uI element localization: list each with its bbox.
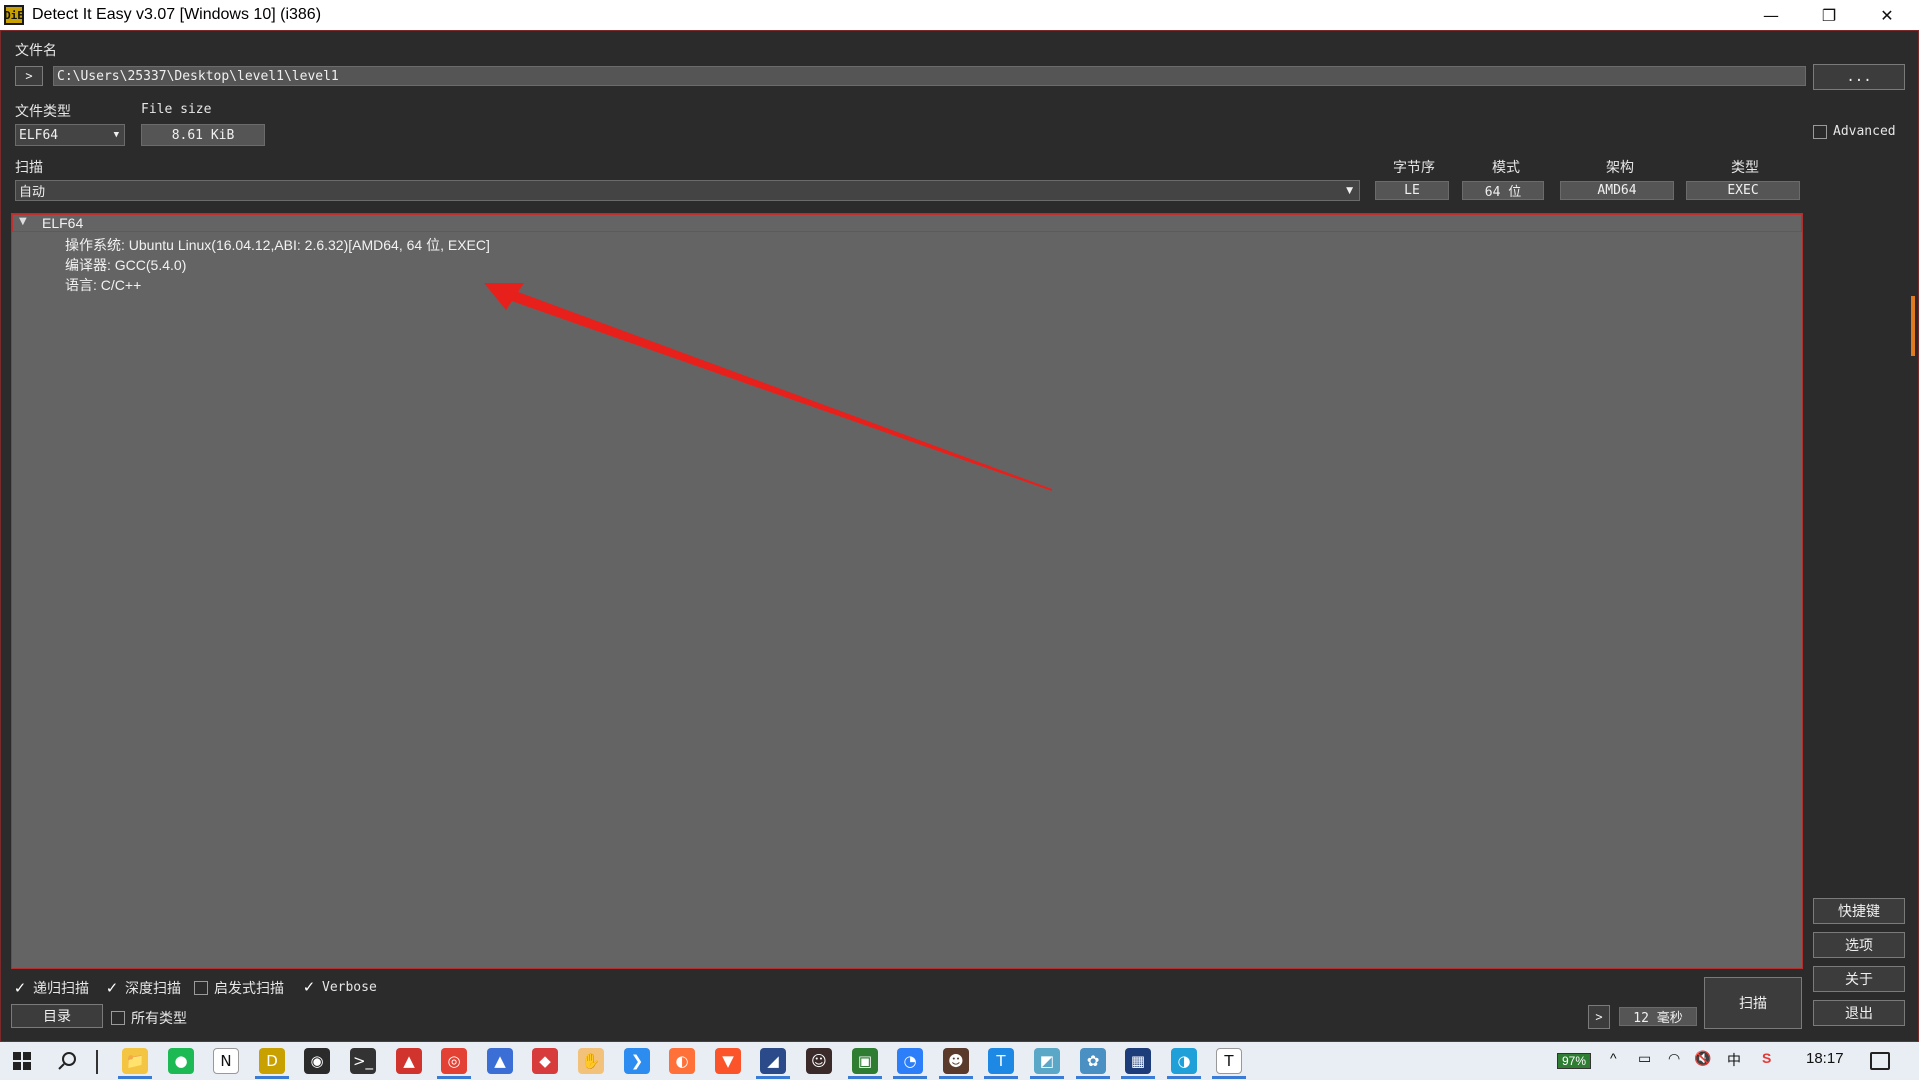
- options-button[interactable]: 选项: [1813, 932, 1905, 958]
- battery-icon[interactable]: ▭: [1638, 1050, 1651, 1067]
- wifi-icon[interactable]: ◠: [1668, 1050, 1680, 1067]
- check-icon: ✓: [105, 979, 119, 997]
- directory-button[interactable]: 目录: [11, 1004, 103, 1028]
- task-view-icon[interactable]: [96, 1050, 98, 1074]
- heuristic-scan-label: 启发式扫描: [214, 981, 284, 997]
- all-types-label: 所有类型: [131, 1011, 187, 1027]
- notion-icon[interactable]: N: [213, 1048, 239, 1074]
- active-app-indicator: [118, 1076, 152, 1079]
- scrollbar-thumb[interactable]: [1911, 296, 1915, 356]
- annotation-arrow: [484, 283, 1052, 491]
- search-icon[interactable]: [55, 1048, 81, 1074]
- shortcuts-button[interactable]: 快捷键: [1813, 898, 1905, 924]
- vscode-icon[interactable]: ❯: [624, 1048, 650, 1074]
- edge-icon[interactable]: ◑: [1171, 1048, 1197, 1074]
- next-button[interactable]: >: [1588, 1005, 1610, 1029]
- recursive-scan-label: 递归扫描: [33, 981, 89, 997]
- die-icon[interactable]: D: [259, 1048, 285, 1074]
- typora-app-icon[interactable]: T: [988, 1048, 1014, 1074]
- spotify-icon[interactable]: ●: [168, 1048, 194, 1074]
- ida-icon[interactable]: ◢: [760, 1048, 786, 1074]
- verbose-checkbox[interactable]: ✓ Verbose: [302, 978, 377, 996]
- exit-button[interactable]: 退出: [1813, 1000, 1905, 1026]
- triangle-app-icon[interactable]: ▲: [487, 1048, 513, 1074]
- diamond-app-icon[interactable]: ◆: [532, 1048, 558, 1074]
- verbose-label: Verbose: [322, 979, 377, 995]
- sogou-ime-icon[interactable]: S: [1762, 1050, 1771, 1066]
- monitor-app-icon[interactable]: ▦: [1125, 1048, 1151, 1074]
- active-app-indicator: [1076, 1076, 1110, 1079]
- check-icon: ✓: [13, 979, 27, 997]
- green-app-icon[interactable]: ▣: [852, 1048, 878, 1074]
- active-app-indicator: [848, 1076, 882, 1079]
- network-app-icon[interactable]: ✿: [1080, 1048, 1106, 1074]
- ime-icon[interactable]: 中: [1727, 1050, 1741, 1070]
- brave-icon[interactable]: ▼: [715, 1048, 741, 1074]
- notes-app-icon[interactable]: ◩: [1034, 1048, 1060, 1074]
- active-app-indicator: [1167, 1076, 1201, 1079]
- active-app-indicator: [1212, 1076, 1246, 1079]
- battery-percent[interactable]: 97%: [1557, 1053, 1592, 1069]
- active-app-indicator: [893, 1076, 927, 1079]
- deep-scan-label: 深度扫描: [125, 981, 181, 997]
- heuristic-checkbox-box[interactable]: [194, 981, 208, 995]
- heuristic-scan-checkbox[interactable]: 启发式扫描: [194, 978, 284, 998]
- firefox-icon[interactable]: ◐: [669, 1048, 695, 1074]
- recursive-scan-checkbox[interactable]: ✓ 递归扫描: [13, 978, 89, 998]
- active-app-indicator: [984, 1076, 1018, 1079]
- character-app-icon-1[interactable]: ☺: [806, 1048, 832, 1074]
- chrome-icon[interactable]: ◎: [441, 1048, 467, 1074]
- character-app-icon-2[interactable]: ☻: [943, 1048, 969, 1074]
- terminal-icon[interactable]: >_: [350, 1048, 376, 1074]
- notification-center-icon[interactable]: [1870, 1052, 1890, 1070]
- active-app-indicator: [1030, 1076, 1064, 1079]
- active-app-indicator: [437, 1076, 471, 1079]
- active-app-indicator: [255, 1076, 289, 1079]
- text-app-icon[interactable]: T: [1216, 1048, 1242, 1074]
- gesture-app-icon[interactable]: ✋: [578, 1048, 604, 1074]
- blue-circle-app-icon[interactable]: ◔: [897, 1048, 923, 1074]
- tray-chevron-up-icon[interactable]: ^: [1610, 1050, 1617, 1066]
- check-icon: ✓: [302, 978, 316, 996]
- clock[interactable]: 18:17: [1806, 1050, 1844, 1067]
- active-app-indicator: [939, 1076, 973, 1079]
- volume-mute-icon[interactable]: 🔇: [1694, 1050, 1711, 1067]
- about-button[interactable]: 关于: [1813, 966, 1905, 992]
- deep-scan-checkbox[interactable]: ✓ 深度扫描: [105, 978, 181, 998]
- all-types-checkbox-box[interactable]: [111, 1011, 125, 1025]
- obs-icon[interactable]: ◉: [304, 1048, 330, 1074]
- scan-button[interactable]: 扫描: [1704, 977, 1802, 1029]
- file-explorer-icon[interactable]: 📁: [122, 1048, 148, 1074]
- all-types-checkbox[interactable]: 所有类型: [111, 1008, 187, 1028]
- red-app-icon[interactable]: ▲: [396, 1048, 422, 1074]
- windows-start-icon[interactable]: [9, 1048, 35, 1074]
- arrow-shaft: [503, 289, 1052, 491]
- active-app-indicator: [756, 1076, 790, 1079]
- active-app-indicator: [1121, 1076, 1155, 1079]
- elapsed-time: 12 毫秒: [1619, 1007, 1697, 1026]
